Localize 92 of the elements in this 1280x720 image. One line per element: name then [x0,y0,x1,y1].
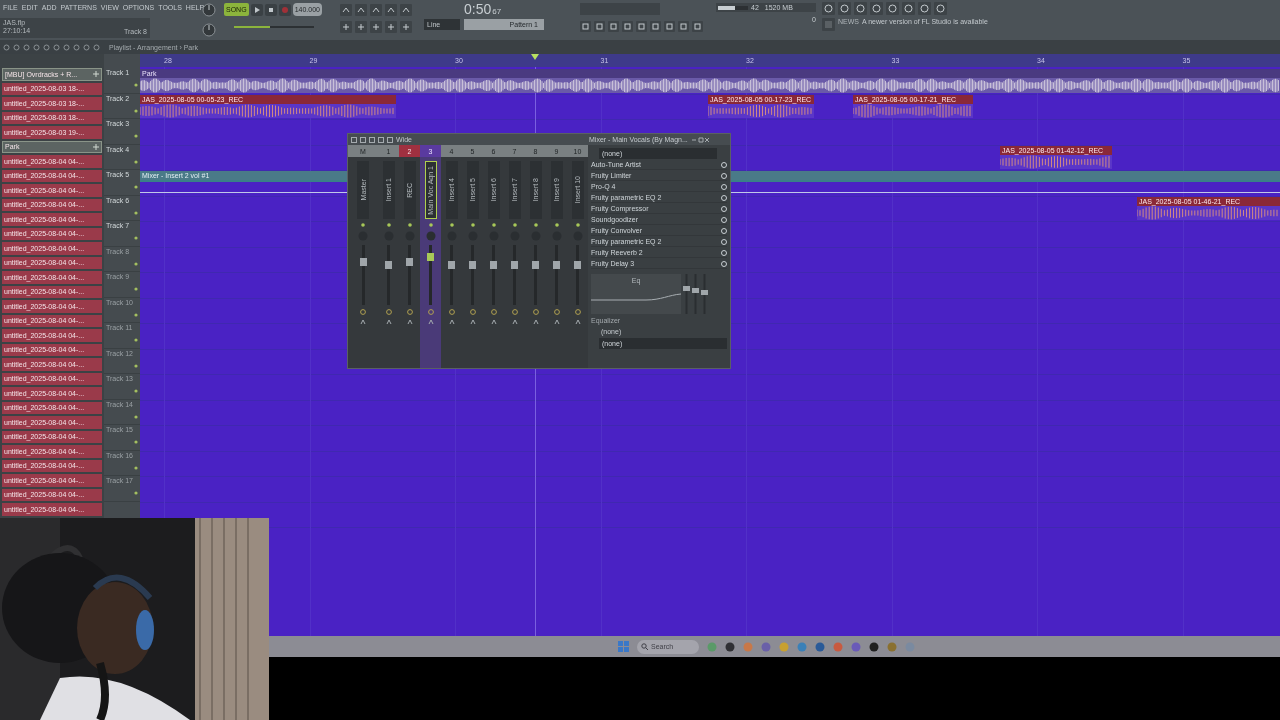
tool-button[interactable] [340,21,352,33]
track-active-dot[interactable] [134,134,138,138]
start-icon[interactable] [618,641,629,652]
tool-button[interactable] [370,21,382,33]
window-controls-icon[interactable] [690,136,709,143]
strip-active-dot[interactable] [512,223,517,227]
toolbar-button[interactable] [854,2,867,15]
tool-button[interactable] [355,21,367,33]
fx-toggle-icon[interactable] [385,309,392,315]
toolbar-button[interactable] [934,2,947,15]
strip-active-dot[interactable] [428,223,433,227]
track-active-dot[interactable] [134,440,138,444]
song-time: 0:50 [464,2,492,16]
strip-active-dot[interactable] [575,223,580,227]
volume-knob[interactable] [202,3,216,17]
strip-active-dot[interactable] [449,223,454,227]
mix-level-knob[interactable] [721,260,727,267]
track-active-dot[interactable] [134,338,138,342]
fx-toggle-icon[interactable] [574,309,581,315]
mix-level-knob[interactable] [721,238,727,245]
fx-toggle-icon[interactable] [448,309,455,315]
mix-level-knob[interactable] [721,183,727,190]
toolbar-button[interactable] [870,2,883,15]
plus-icon[interactable] [93,71,99,78]
strip-active-dot[interactable] [554,223,559,227]
track-active-dot[interactable] [134,236,138,240]
play-button[interactable] [250,3,263,16]
volume-fader[interactable] [429,245,432,305]
strip-active-dot[interactable] [386,223,391,227]
window-button[interactable] [636,21,647,32]
track-active-dot[interactable] [134,389,138,393]
strip-active-dot[interactable] [491,223,496,227]
strip-active-dot[interactable] [533,223,538,227]
fx-toggle-icon[interactable] [511,309,518,315]
toolbar-button[interactable] [822,2,835,15]
mix-level-knob[interactable] [721,172,727,179]
window-button[interactable] [622,21,633,32]
mix-level-knob[interactable] [721,161,727,168]
fx-toggle-icon[interactable] [553,309,560,315]
track-active-dot[interactable] [134,83,138,87]
news-icon [822,18,835,31]
track-active-dot[interactable] [134,108,138,113]
plus-icon[interactable] [93,143,99,150]
mix-level-knob[interactable] [721,205,727,212]
app-icon[interactable] [869,641,879,652]
track-active-dot[interactable] [134,312,138,317]
window-button[interactable] [594,21,605,32]
tool-button[interactable] [340,4,352,16]
window-button[interactable] [664,21,675,32]
strip-active-dot[interactable] [361,223,365,227]
toolbar-button[interactable] [886,2,899,15]
tool-button[interactable] [400,4,412,16]
mix-level-knob[interactable] [721,216,727,223]
track-active-dot[interactable] [134,491,138,495]
toolbar-button[interactable] [918,2,931,15]
mix-level-knob[interactable] [721,227,727,234]
track-active-dot[interactable] [134,261,138,266]
track-active-dot[interactable] [134,159,138,164]
mix-level-knob[interactable] [721,249,727,256]
fx-toggle-icon[interactable] [469,309,476,315]
fx-toggle-icon[interactable] [427,309,434,315]
tool-button[interactable] [400,21,412,33]
tool-button[interactable] [355,4,367,16]
strip-active-dot[interactable] [407,223,412,227]
fx-toggle-icon[interactable] [360,309,366,315]
fx-toggle-icon[interactable] [532,309,539,315]
window-button[interactable] [650,21,661,32]
cpu-meter [718,5,748,10]
track-active-dot[interactable] [134,287,138,291]
search-icon [641,643,648,650]
window-button[interactable] [580,21,591,32]
track-active-dot[interactable] [134,210,138,215]
toolbar-button[interactable] [902,2,915,15]
fx-toggle-icon[interactable] [490,309,497,315]
track-active-dot[interactable] [134,465,138,470]
tool-button[interactable] [385,21,397,33]
window-button[interactable] [692,21,703,32]
app-icon[interactable] [725,641,735,652]
toolbar-button[interactable] [838,2,851,15]
window-button[interactable] [608,21,619,32]
track-active-dot[interactable] [134,414,138,419]
pitch-knob[interactable] [202,23,216,37]
window-button[interactable] [678,21,689,32]
fx-toggle-icon[interactable] [406,309,413,315]
track-active-dot[interactable] [134,363,138,368]
track-active-dot[interactable] [134,185,138,189]
stop-button[interactable] [264,3,277,16]
tool-button[interactable] [385,4,397,16]
tool-button[interactable] [370,4,382,16]
mix-level-knob[interactable] [721,194,727,201]
song-time-small: 67 [492,8,502,16]
strip-active-dot[interactable] [470,223,475,227]
